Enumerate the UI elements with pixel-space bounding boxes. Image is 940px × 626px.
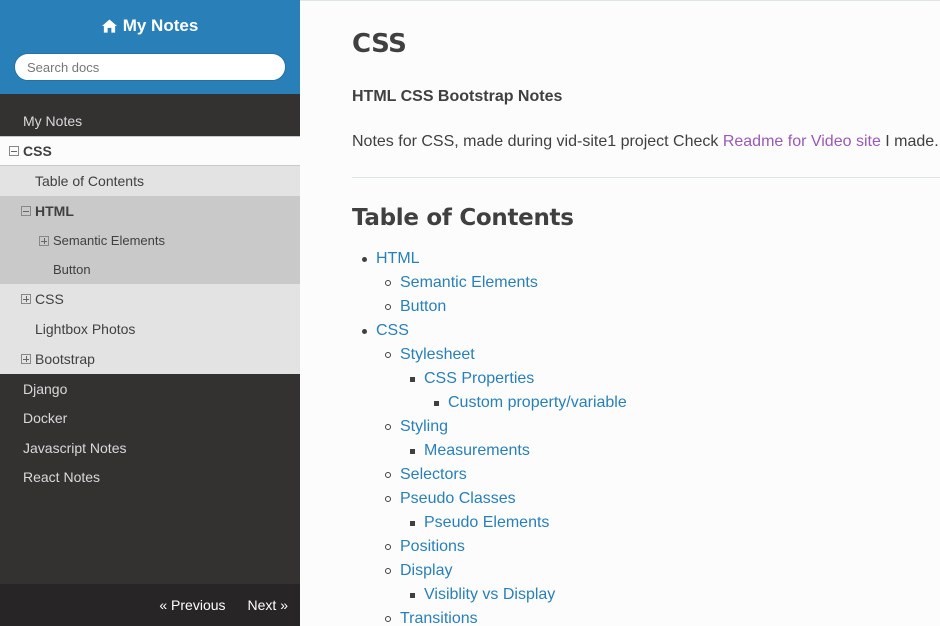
toc-item: Styling <box>352 415 940 439</box>
toc-link-measurements[interactable]: Measurements <box>424 442 530 460</box>
intro-text: Notes for CSS, made during vid-site1 pro… <box>352 133 723 150</box>
toc-item: Measurements <box>352 439 940 463</box>
toc-link-pseudo-elements[interactable]: Pseudo Elements <box>424 514 549 532</box>
toc-item: Selectors <box>352 463 940 487</box>
toc-heading: Table of Contents <box>352 205 574 231</box>
toc-link-semantic[interactable]: Semantic Elements <box>400 274 538 292</box>
sidebar-item-label: React Notes <box>23 469 101 486</box>
toc-link-display[interactable]: Display <box>400 562 452 580</box>
page-subtitle: HTML CSS Bootstrap Notes <box>352 88 563 105</box>
sidebar-item-label: Button <box>53 262 91 277</box>
main-content: CSS HTML CSS Bootstrap Notes Notes for C… <box>300 0 940 626</box>
sidebar-item-docker[interactable]: Docker <box>0 404 300 434</box>
sidebar-item-bootstrap[interactable]: Bootstrap <box>0 344 300 374</box>
sidebar-item-label: Docker <box>23 410 68 427</box>
sidebar-header: My Notes <box>0 0 300 94</box>
intro-end: I made. <box>880 133 939 150</box>
toc-link-positions[interactable]: Positions <box>400 538 465 556</box>
toc-link-html[interactable]: HTML <box>376 250 420 268</box>
toc-item: CSS Properties <box>352 367 940 391</box>
sidebar-item-label: CSS <box>35 291 64 307</box>
sidebar-item-label: Lightbox Photos <box>35 321 136 337</box>
brand-link[interactable]: My Notes <box>101 16 199 36</box>
sidebar-item-label: Table of Contents <box>35 173 144 189</box>
toc-item: HTML <box>352 247 940 271</box>
sidebar-item-label: Javascript Notes <box>23 439 127 456</box>
sidebar-item-semantic-elements[interactable]: Semantic Elements <box>0 226 300 255</box>
sidebar-item-my-notes[interactable]: My Notes <box>0 106 300 136</box>
toc-link-transitions[interactable]: Transitions <box>400 610 478 626</box>
sidebar-item-label: Semantic Elements <box>53 233 165 248</box>
toc-list: HTML Semantic Elements Button CSS Styles… <box>352 247 940 626</box>
divider <box>352 177 940 178</box>
sidebar-item-html[interactable]: HTML <box>0 196 300 226</box>
sidebar-item-css-sub[interactable]: CSS <box>0 284 300 314</box>
sidebar-item-label: My Notes <box>23 113 83 129</box>
toc-link-button[interactable]: Button <box>400 298 446 316</box>
sidebar-item-button[interactable]: Button <box>0 255 300 284</box>
sidebar-item-react[interactable]: React Notes <box>0 463 300 493</box>
page-title: CSS <box>352 29 407 59</box>
sidebar-item-javascript[interactable]: Javascript Notes <box>0 433 300 463</box>
intro-paragraph: Notes for CSS, made during vid-site1 pro… <box>352 133 940 151</box>
toc-item: Positions <box>352 535 940 559</box>
toc-item: Pseudo Classes <box>352 487 940 511</box>
previous-link[interactable]: « Previous <box>159 597 225 613</box>
toc-item: Display <box>352 559 940 583</box>
sidebar-item-css[interactable]: CSS <box>0 136 300 166</box>
home-icon <box>101 19 117 33</box>
toc-item: Stylesheet <box>352 343 940 367</box>
readme-link[interactable]: Readme for Video site <box>723 133 881 150</box>
toc-item: Pseudo Elements <box>352 511 940 535</box>
expand-icon[interactable] <box>39 235 49 246</box>
sidebar-item-label: Django <box>23 380 68 397</box>
toc-item: Transitions <box>352 607 940 626</box>
brand-label: My Notes <box>122 16 199 35</box>
sidebar-item-label: Bootstrap <box>35 351 95 367</box>
toc-link-custom-property[interactable]: Custom property/variable <box>448 394 627 412</box>
toc-link-styling[interactable]: Styling <box>400 418 448 436</box>
toc-link-stylesheet[interactable]: Stylesheet <box>400 346 475 364</box>
toc-link-css[interactable]: CSS <box>376 322 409 340</box>
toc-item: Custom property/variable <box>352 391 940 415</box>
sidebar-nav: My Notes CSS Table of Contents HTML Sema… <box>0 94 300 492</box>
search-input[interactable] <box>14 53 286 81</box>
toc-link-pseudo-classes[interactable]: Pseudo Classes <box>400 490 516 508</box>
sidebar-item-django[interactable]: Django <box>0 374 300 404</box>
next-link[interactable]: Next » <box>248 597 288 613</box>
toc-link-visibility[interactable]: Visiblity vs Display <box>424 586 555 604</box>
collapse-icon[interactable] <box>9 146 19 156</box>
toc-item: Button <box>352 295 940 319</box>
sidebar-item-toc[interactable]: Table of Contents <box>0 166 300 196</box>
sidebar-footer: « Previous Next » <box>0 584 300 626</box>
toc-item: CSS <box>352 319 940 343</box>
sidebar: My Notes My Notes CSS Table of Contents … <box>0 0 300 626</box>
expand-icon[interactable] <box>21 294 31 304</box>
sidebar-item-label: CSS <box>23 143 52 159</box>
collapse-icon[interactable] <box>21 206 31 216</box>
toc-item: Visiblity vs Display <box>352 583 940 607</box>
toc-link-selectors[interactable]: Selectors <box>400 466 467 484</box>
toc-item: Semantic Elements <box>352 271 940 295</box>
sidebar-item-lightbox[interactable]: Lightbox Photos <box>0 314 300 344</box>
toc-link-css-properties[interactable]: CSS Properties <box>424 370 534 388</box>
expand-icon[interactable] <box>21 354 31 364</box>
sidebar-item-label: HTML <box>35 203 74 219</box>
